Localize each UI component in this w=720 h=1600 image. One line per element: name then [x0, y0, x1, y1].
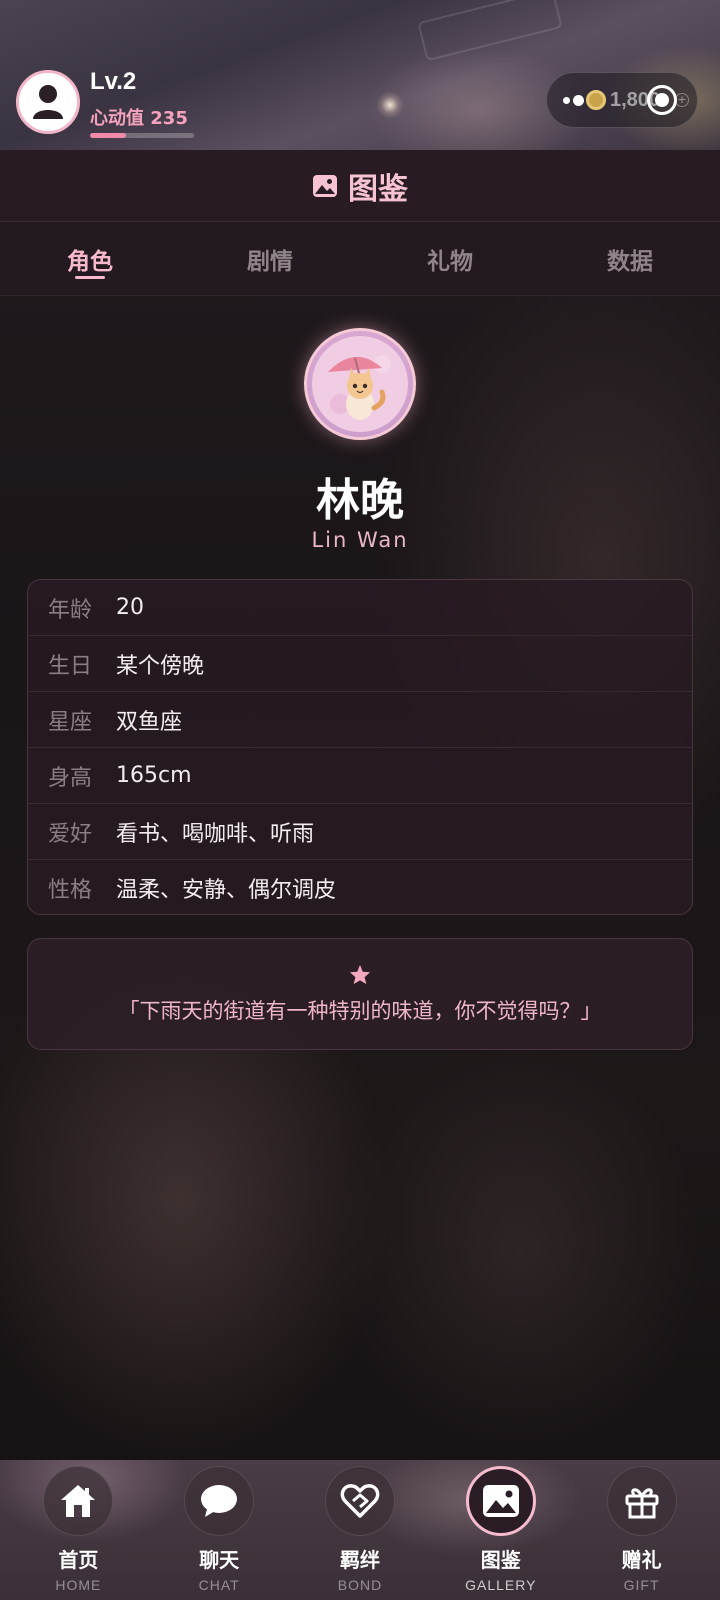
info-row-personality: 性格 温柔、安静、偶尔调皮 — [28, 860, 692, 914]
nav-sublabel: HOME — [55, 1577, 102, 1593]
character-quote: 「下雨天的街道有一种特别的味道，你不觉得吗？」 — [118, 998, 602, 1023]
info-row-birthday: 生日 某个傍晚 — [28, 636, 692, 692]
info-key: 生日 — [48, 653, 93, 679]
gift-icon — [625, 1488, 659, 1519]
info-key: 性格 — [48, 878, 93, 903]
info-value: 20 — [116, 595, 144, 620]
info-value: 双鱼座 — [116, 709, 183, 735]
character-quote-card: 「下雨天的街道有一种特别的味道，你不觉得吗？」 — [27, 938, 693, 1050]
gallery-tabs: 角色 剧情 礼物 数据 — [0, 222, 720, 296]
character-info-table: 年龄 20 生日 某个傍晚 星座 双鱼座 身高 165cm 爱好 看书、喝咖啡、… — [27, 579, 693, 915]
nav-icon-wrap — [184, 1466, 255, 1536]
heart-link-icon — [340, 1484, 380, 1518]
nav-label: 聊天 — [199, 1548, 240, 1572]
page-header: 图鉴 — [0, 150, 720, 222]
info-key: 爱好 — [48, 821, 93, 847]
gallery-icon — [313, 174, 337, 197]
character-name-en: Lin Wan — [311, 528, 409, 552]
nav-label: 赠礼 — [621, 1548, 662, 1572]
nav-icon-wrap — [465, 1466, 536, 1536]
nav-icon-wrap — [324, 1466, 395, 1536]
info-key: 星座 — [48, 709, 93, 735]
info-row-age: 年龄 20 — [28, 580, 692, 636]
nav-sublabel: GIFT — [623, 1577, 660, 1593]
loading-dots-icon — [563, 94, 584, 106]
user-icon — [33, 85, 63, 119]
nav-sublabel: GALLERY — [465, 1577, 537, 1593]
nav-label: 图鉴 — [480, 1548, 521, 1572]
nav-label: 首页 — [58, 1548, 99, 1572]
tab-label: 数据 — [607, 248, 653, 275]
top-status-bar: Lv.2 心动值 235 1,800 + — [0, 0, 720, 150]
tab-label: 礼物 — [427, 248, 473, 275]
nav-label: 羁绊 — [339, 1548, 380, 1572]
info-value: 看书、喝咖啡、听雨 — [116, 821, 315, 847]
user-avatar[interactable] — [16, 70, 80, 134]
info-value: 165cm — [116, 763, 192, 788]
info-value: 某个傍晚 — [116, 653, 205, 679]
nav-icon-wrap — [43, 1466, 114, 1536]
tab-story[interactable]: 剧情 — [180, 222, 360, 295]
home-icon — [61, 1485, 96, 1517]
heart-value: 心动值 235 — [90, 108, 188, 129]
tab-data[interactable]: 数据 — [540, 222, 720, 295]
character-name: 林晚 — [316, 475, 404, 526]
nav-sublabel: BOND — [337, 1577, 383, 1593]
page-title: 图鉴 — [348, 171, 408, 207]
info-row-height: 身高 165cm — [28, 748, 692, 804]
info-value: 温柔、安静、偶尔调皮 — [116, 878, 337, 903]
info-key: 身高 — [48, 765, 93, 791]
nav-chat[interactable]: 聊天 CHAT — [159, 1466, 279, 1593]
tab-characters[interactable]: 角色 — [0, 222, 180, 295]
tab-gifts[interactable]: 礼物 — [360, 222, 540, 295]
nav-gallery[interactable]: 图鉴 GALLERY — [441, 1466, 561, 1593]
info-row-zodiac: 星座 双鱼座 — [28, 692, 692, 748]
tab-label: 角色 — [67, 248, 113, 275]
heart-progress-fill — [90, 133, 127, 138]
info-key: 年龄 — [48, 597, 93, 623]
coin-balance[interactable]: 1,800 + — [546, 72, 698, 128]
user-level: Lv.2 — [90, 68, 137, 95]
heart-progress-bar — [90, 133, 194, 138]
add-coins-icon[interactable]: + — [675, 93, 689, 107]
coin-icon — [586, 90, 606, 110]
nav-home[interactable]: 首页 HOME — [18, 1466, 138, 1593]
nav-sublabel: CHAT — [198, 1577, 240, 1593]
target-icon[interactable] — [647, 85, 677, 115]
gallery-icon — [482, 1485, 519, 1517]
nav-gift[interactable]: 赠礼 GIFT — [582, 1466, 702, 1593]
chat-bubble-icon — [201, 1485, 238, 1517]
nav-bond[interactable]: 羁绊 BOND — [300, 1466, 420, 1593]
star-icon — [349, 964, 371, 984]
tab-label: 剧情 — [247, 248, 293, 275]
nav-icon-wrap — [606, 1466, 677, 1536]
info-row-hobbies: 爱好 看书、喝咖啡、听雨 — [28, 804, 692, 860]
cat-umbrella-avatar — [312, 336, 408, 432]
bottom-navigation: 首页 HOME 聊天 CHAT 羁绊 BOND 图鉴 GALLERY 赠礼 GI… — [0, 1460, 720, 1600]
character-avatar — [304, 328, 416, 440]
